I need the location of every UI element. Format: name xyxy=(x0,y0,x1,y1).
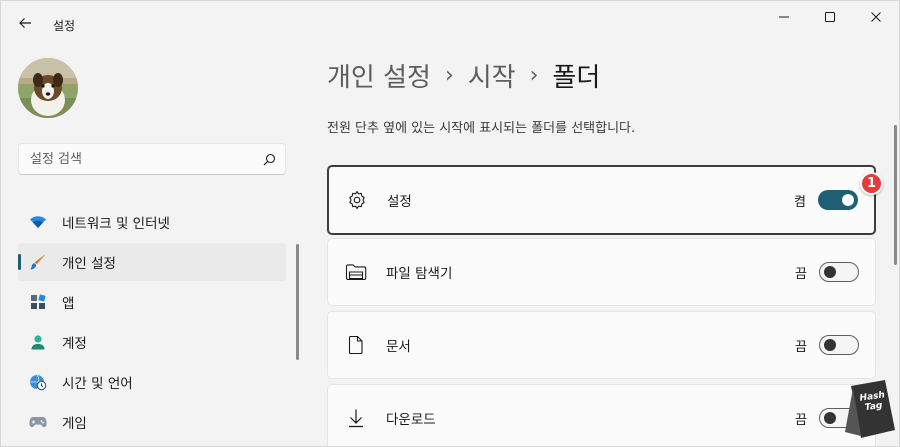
page-description: 전원 단추 옆에 있는 시작에 표시되는 폴더를 선택합니다. xyxy=(327,121,636,136)
toggle-knob xyxy=(824,266,836,278)
sidebar-item-gaming[interactable]: 게임 xyxy=(18,403,286,441)
sidebar-item-label: 게임 xyxy=(62,416,87,432)
page-title: 폴더 xyxy=(552,63,601,93)
toggle-state-label: 끔 xyxy=(795,266,807,282)
title-bar: 설정 xyxy=(1,1,899,49)
document-icon xyxy=(344,333,368,357)
folder-row-settings[interactable]: 설정 켬 xyxy=(327,165,876,235)
download-icon xyxy=(344,406,368,430)
toggle-knob xyxy=(824,339,836,351)
toggle-knob xyxy=(824,412,836,424)
folder-row-downloads[interactable]: 다운로드 끔 xyxy=(327,384,876,446)
breadcrumb-separator: › xyxy=(444,63,454,88)
toggle-knob xyxy=(842,194,854,206)
sidebar-item-time-language[interactable]: 시간 및 언어 xyxy=(18,363,286,401)
minimize-button[interactable] xyxy=(761,5,807,33)
folder-label: 파일 탐색기 xyxy=(386,266,453,282)
breadcrumb-start[interactable]: 시작 xyxy=(468,57,516,94)
sidebar-scrollbar[interactable] xyxy=(296,244,299,360)
maximize-button[interactable] xyxy=(807,5,853,33)
sidebar-item-accounts[interactable]: 계정 xyxy=(18,323,286,361)
hashtag-watermark-logo: Hash Tag xyxy=(841,378,897,440)
folder-row-file-explorer[interactable]: 파일 탐색기 끔 xyxy=(327,238,876,306)
annotation-badge: 1 xyxy=(860,172,883,195)
folder-row-documents[interactable]: 문서 끔 xyxy=(327,311,876,379)
documents-toggle[interactable] xyxy=(819,335,859,355)
globe-clock-icon xyxy=(28,372,48,392)
close-button[interactable] xyxy=(853,5,899,33)
arrow-left-icon xyxy=(18,16,32,34)
sidebar-nav: 네트워크 및 인터넷 개인 설정 앱 계정 시간 및 언어 게임 xyxy=(18,203,286,443)
app-title: 설정 xyxy=(53,19,76,33)
main-scrollbar[interactable] xyxy=(894,125,897,265)
breadcrumb: 개인 설정 › 시작 › 폴더 xyxy=(327,57,600,94)
sidebar-item-label: 계정 xyxy=(62,336,87,352)
gear-icon xyxy=(345,188,369,212)
minimize-icon xyxy=(778,11,790,27)
breadcrumb-personalization[interactable]: 개인 설정 xyxy=(327,57,431,94)
folder-label: 설정 xyxy=(387,194,412,210)
sidebar-item-label: 시간 및 언어 xyxy=(62,376,133,392)
search-box[interactable] xyxy=(18,143,286,175)
file-explorer-toggle[interactable] xyxy=(819,262,859,282)
folder-label: 다운로드 xyxy=(386,412,436,428)
sidebar-item-label: 앱 xyxy=(62,296,75,312)
maximize-icon xyxy=(824,11,836,27)
folder-icon xyxy=(344,260,368,284)
avatar[interactable] xyxy=(18,58,78,118)
sidebar-item-label: 네트워크 및 인터넷 xyxy=(62,216,170,232)
back-button[interactable] xyxy=(11,13,39,37)
settings-toggle[interactable] xyxy=(818,190,858,210)
breadcrumb-separator: › xyxy=(529,63,539,88)
toggle-state-label: 켬 xyxy=(794,194,806,210)
sidebar-item-apps[interactable]: 앱 xyxy=(18,283,286,321)
sidebar-item-personalization[interactable]: 개인 설정 xyxy=(18,243,286,281)
paintbrush-icon xyxy=(28,252,48,272)
close-icon xyxy=(870,11,882,27)
folder-list: 설정 켬 파일 탐색기 끔 문서 끔 다운로드 끔 xyxy=(327,165,876,446)
toggle-state-label: 끔 xyxy=(795,339,807,355)
search-icon[interactable] xyxy=(253,144,285,174)
apps-icon xyxy=(28,292,48,312)
folder-label: 문서 xyxy=(386,339,411,355)
sidebar-item-label: 개인 설정 xyxy=(62,256,116,272)
wifi-icon xyxy=(28,212,48,232)
search-input[interactable] xyxy=(19,144,253,174)
person-icon xyxy=(28,332,48,352)
settings-window: 설정 설정 검색 네트워크 및 인터넷 개인 설정 앱 계정 시간 및 언어 게… xyxy=(0,0,900,447)
gamepad-icon xyxy=(28,412,48,432)
toggle-state-label: 끔 xyxy=(795,412,807,428)
sidebar-item-network[interactable]: 네트워크 및 인터넷 xyxy=(18,203,286,241)
